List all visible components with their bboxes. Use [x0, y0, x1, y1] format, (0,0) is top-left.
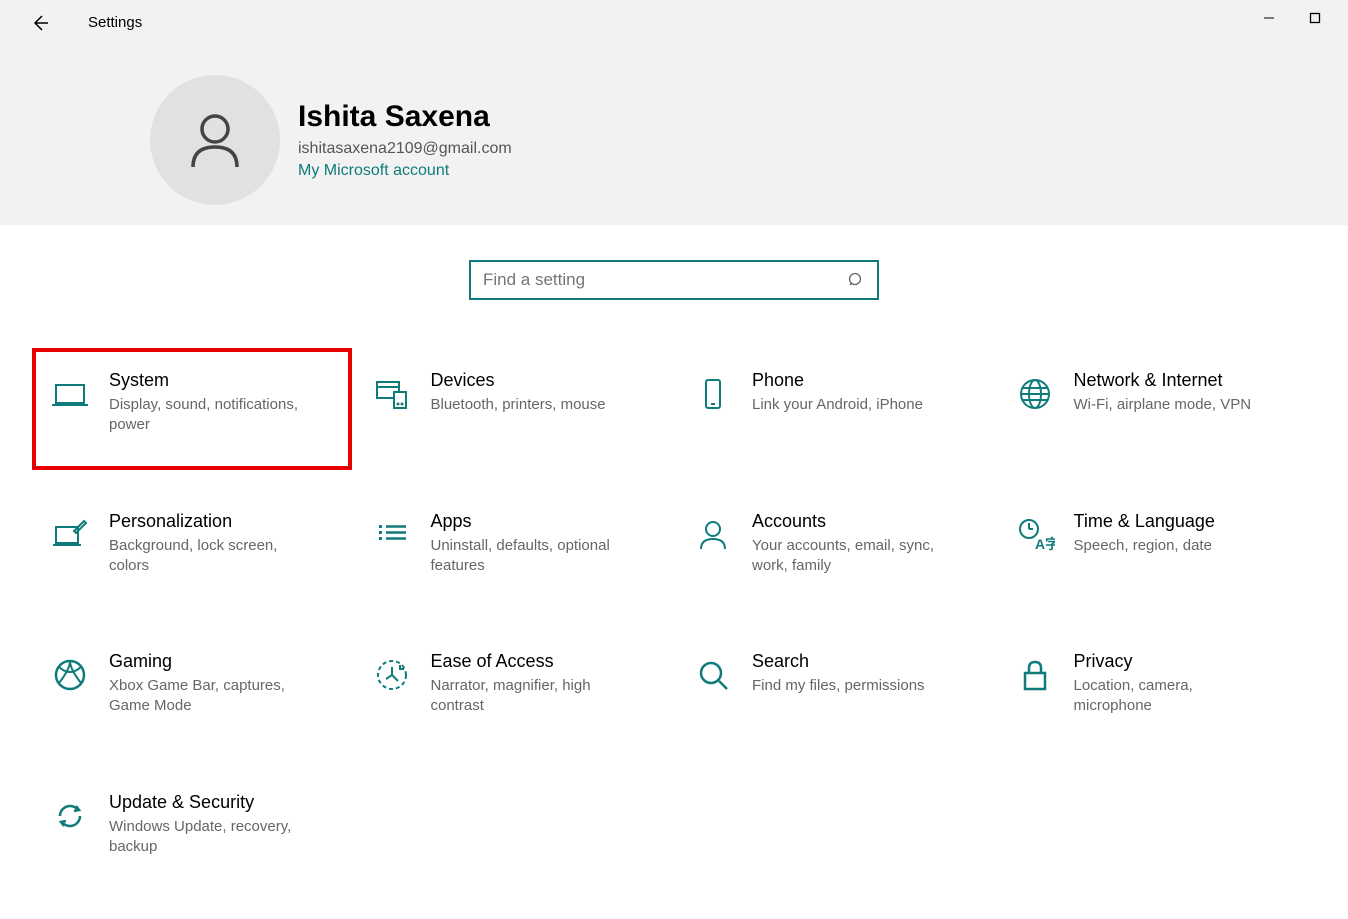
profile-name: Ishita Saxena: [298, 100, 512, 134]
tile-update-security[interactable]: Update & Security Windows Update, recove…: [36, 782, 348, 868]
maximize-icon: [1309, 12, 1321, 24]
tile-desc: Link your Android, iPhone: [752, 395, 923, 415]
person-icon: [180, 105, 250, 175]
tile-title: Apps: [431, 511, 630, 532]
tile-desc: Xbox Game Bar, captures, Game Mode: [109, 676, 308, 717]
tile-apps[interactable]: Apps Uninstall, defaults, optional featu…: [358, 501, 670, 587]
time-language-icon: A字: [1011, 511, 1059, 559]
tile-search[interactable]: Search Find my files, permissions: [679, 641, 991, 727]
profile-email: ishitasaxena2109@gmail.com: [298, 140, 512, 158]
tile-title: Search: [752, 651, 925, 672]
tile-title: Ease of Access: [431, 651, 630, 672]
minimize-button[interactable]: [1246, 0, 1292, 36]
tile-desc: Uninstall, defaults, optional features: [431, 536, 630, 577]
ease-of-access-icon: [368, 651, 416, 699]
maximize-button[interactable]: [1292, 0, 1338, 36]
devices-icon: [368, 370, 416, 418]
profile-text: Ishita Saxena ishitasaxena2109@gmail.com…: [298, 100, 512, 180]
update-icon: [46, 792, 94, 840]
search-icon: [847, 271, 865, 289]
tile-title: Time & Language: [1074, 511, 1215, 532]
tile-desc: Your accounts, email, sync, work, family: [752, 536, 951, 577]
globe-icon: [1011, 370, 1059, 418]
search-tile-icon: [689, 651, 737, 699]
tile-title: Devices: [431, 370, 606, 391]
tile-time-language[interactable]: A字 Time & Language Speech, region, date: [1001, 501, 1313, 587]
tile-desc: Background, lock screen, colors: [109, 536, 308, 577]
header-area: Settings Ishita Saxena ishitasaxena2109@…: [0, 0, 1348, 225]
tile-gaming[interactable]: Gaming Xbox Game Bar, captures, Game Mod…: [36, 641, 348, 727]
svg-text:A字: A字: [1035, 536, 1055, 552]
minimize-icon: [1263, 12, 1275, 24]
tile-phone[interactable]: Phone Link your Android, iPhone: [679, 360, 991, 446]
profile-section: Ishita Saxena ishitasaxena2109@gmail.com…: [0, 45, 1348, 205]
system-icon: [46, 370, 94, 418]
accounts-icon: [689, 511, 737, 559]
tile-title: Update & Security: [109, 792, 308, 813]
tile-title: Gaming: [109, 651, 308, 672]
tile-title: Phone: [752, 370, 923, 391]
app-title: Settings: [88, 14, 142, 31]
tile-desc: Find my files, permissions: [752, 676, 925, 696]
tile-title: Privacy: [1074, 651, 1273, 672]
tile-system[interactable]: System Display, sound, notifications, po…: [32, 348, 352, 470]
tile-devices[interactable]: Devices Bluetooth, printers, mouse: [358, 360, 670, 446]
avatar[interactable]: [150, 75, 280, 205]
tile-desc: Display, sound, notifications, power: [109, 395, 308, 436]
lock-icon: [1011, 651, 1059, 699]
tile-desc: Location, camera, microphone: [1074, 676, 1273, 717]
tile-title: System: [109, 370, 308, 391]
back-button[interactable]: [22, 5, 58, 41]
tile-privacy[interactable]: Privacy Location, camera, microphone: [1001, 641, 1313, 727]
tile-title: Accounts: [752, 511, 951, 532]
tile-ease-of-access[interactable]: Ease of Access Narrator, magnifier, high…: [358, 641, 670, 727]
apps-icon: [368, 511, 416, 559]
tile-desc: Wi-Fi, airplane mode, VPN: [1074, 395, 1252, 415]
tile-network[interactable]: Network & Internet Wi-Fi, airplane mode,…: [1001, 360, 1313, 446]
tile-desc: Bluetooth, printers, mouse: [431, 395, 606, 415]
search-input[interactable]: [483, 270, 847, 290]
tile-desc: Narrator, magnifier, high contrast: [431, 676, 630, 717]
tile-title: Network & Internet: [1074, 370, 1252, 391]
window-controls: [1246, 0, 1338, 36]
phone-icon: [689, 370, 737, 418]
tile-accounts[interactable]: Accounts Your accounts, email, sync, wor…: [679, 501, 991, 587]
tile-personalization[interactable]: Personalization Background, lock screen,…: [36, 501, 348, 587]
back-arrow-icon: [30, 13, 50, 33]
content-area: System Display, sound, notifications, po…: [0, 225, 1348, 867]
personalization-icon: [46, 511, 94, 559]
tile-desc: Windows Update, recovery, backup: [109, 817, 308, 858]
search-box[interactable]: [469, 260, 879, 300]
search-row: [30, 260, 1318, 300]
tile-desc: Speech, region, date: [1074, 536, 1215, 556]
gaming-icon: [46, 651, 94, 699]
titlebar: Settings: [0, 0, 1348, 45]
tile-title: Personalization: [109, 511, 308, 532]
microsoft-account-link[interactable]: My Microsoft account: [298, 162, 512, 180]
settings-grid: System Display, sound, notifications, po…: [30, 360, 1318, 867]
